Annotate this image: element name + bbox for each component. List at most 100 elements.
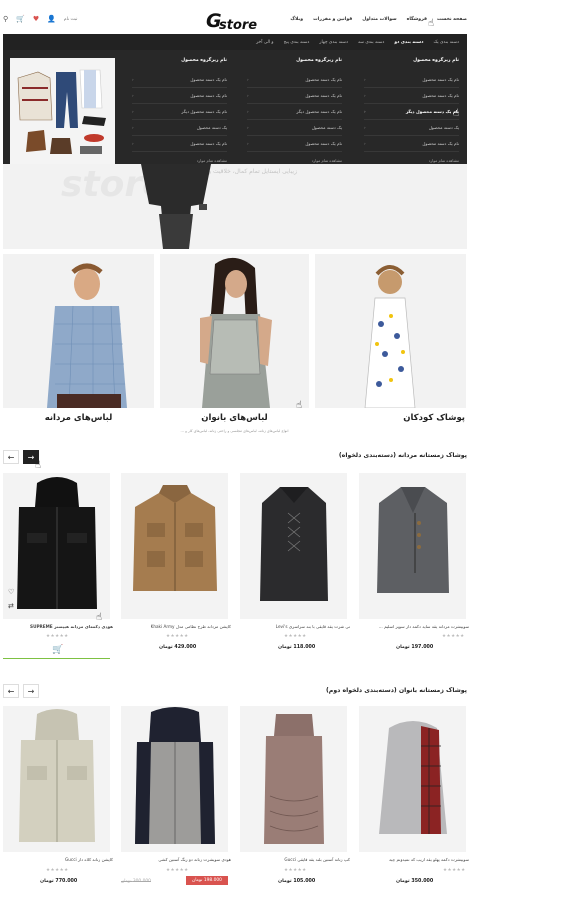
product-price: 105.000 تومان: [278, 879, 316, 884]
category-women-label[interactable]: لباس‌های بانوان: [160, 413, 309, 423]
mega-menu-promo-image[interactable]: [10, 58, 115, 164]
hand-cursor-icon: ☝: [35, 460, 42, 471]
hero-slider: store زیبایی ایستایل تمام کمال، خلاقیت و…: [3, 164, 467, 249]
mega-link[interactable]: نام یک دسته محصول: [247, 136, 342, 152]
product-rating: ★★★★★: [442, 634, 465, 639]
mega-link[interactable]: یک دسته محصول: [247, 120, 342, 136]
mega-tab-6[interactable]: و الی آخر: [256, 40, 274, 45]
mega-column-title: نام زیرگروه محصول: [181, 58, 227, 63]
category-women-image[interactable]: [160, 254, 309, 408]
mega-view-all-link[interactable]: مشاهده تمام موارد: [132, 158, 227, 163]
hero-model-image: [141, 164, 211, 249]
nav-shop[interactable]: فروشگاه: [407, 17, 427, 22]
product-image[interactable]: [121, 706, 228, 852]
category-men-label[interactable]: لباس‌های مردانه: [3, 413, 154, 423]
product-name[interactable]: سوییشرت مردانه یقه ساید دکمه دار سوپر اس…: [359, 624, 469, 629]
old-price: 300.000 تومان: [121, 879, 151, 884]
mega-link[interactable]: نام یک دسته محصول دیگر: [247, 104, 342, 120]
site-logo[interactable]: G store: [206, 10, 266, 33]
product-image[interactable]: [359, 473, 466, 619]
cart-icon[interactable]: 🛒: [16, 15, 25, 23]
mega-link[interactable]: نام یک دسته محصول دیگر: [364, 104, 459, 120]
add-to-cart-icon[interactable]: 🛒: [52, 645, 63, 655]
product-name[interactable]: هودی دکمه‌ای مردانه هیپستر SUPREME: [3, 624, 113, 629]
mega-column-3: نام زیرگروه محصول نام یک دسته محصول نام …: [132, 58, 227, 163]
section-women-title: پوشاک زمستانه بانوان (دسته‌بندی دلخواه د…: [325, 687, 467, 694]
user-icon[interactable]: 👤: [47, 15, 56, 23]
heart-icon[interactable]: ♡: [8, 588, 14, 596]
product-name[interactable]: کاپشن زنانه کلاه دار Gucci: [3, 857, 113, 862]
mega-link[interactable]: نام یک دسته محصول: [132, 88, 227, 104]
mega-column-1: نام زیرگروه محصول نام یک دسته محصول نام …: [364, 58, 459, 163]
carousel-prev-button[interactable]: ←: [3, 684, 19, 698]
category-men-image[interactable]: [3, 254, 154, 408]
mega-column-title: نام زیرگروه محصول: [296, 58, 342, 63]
arrow-left-icon: ←: [7, 452, 15, 462]
mega-view-all-link[interactable]: مشاهده تمام موارد: [364, 158, 459, 163]
product-image[interactable]: [3, 473, 110, 619]
product-name[interactable]: هودی سویشرت زنانه دو رنگ آستین کشی: [121, 857, 231, 862]
product-rating: ★★★★★: [443, 868, 466, 873]
hand-cursor-icon: ☝: [296, 400, 303, 411]
carousel-prev-button[interactable]: ←: [3, 450, 19, 464]
category-women-subtitle: انواع لباس‌های زنانه، لباس‌های مجلسی و ر…: [180, 429, 289, 433]
nav-home[interactable]: صفحه نخست: [437, 17, 467, 22]
compare-icon[interactable]: ⇄: [8, 602, 14, 610]
mega-link[interactable]: یک دسته محصول: [132, 120, 227, 136]
mega-tab-5[interactable]: دسته بندی پنج: [284, 40, 310, 45]
mega-link[interactable]: نام یک دسته محصول: [247, 72, 342, 88]
carousel-next-button[interactable]: →: [23, 684, 39, 698]
mega-link[interactable]: نام یک دسته محصول: [364, 88, 459, 104]
product-image[interactable]: [359, 706, 466, 852]
mega-view-all-link[interactable]: مشاهده تمام موارد: [247, 158, 342, 163]
mega-link[interactable]: یک دسته محصول: [364, 120, 459, 136]
arrow-right-icon: →: [27, 452, 35, 462]
product-image[interactable]: [121, 473, 228, 619]
hover-underline: [3, 658, 110, 659]
product-rating: ★★★★★: [166, 868, 189, 873]
mega-link[interactable]: نام یک دسته محصول: [132, 72, 227, 88]
search-icon[interactable]: ⚲: [3, 15, 8, 23]
site-header: ⚲ 🛒 ♥ 👤 ثبت نام G store صفحه نخست فروشگا…: [0, 0, 565, 34]
nav-terms[interactable]: قوانین و مقررات: [313, 17, 352, 22]
mega-menu: دسته بندی یک دسته بندی دو دسته بندی سه د…: [3, 34, 467, 164]
sale-price-badge: 198.000 تومان: [186, 876, 228, 885]
product-rating: ★★★★★: [46, 868, 69, 873]
mega-link[interactable]: نام یک دسته محصول: [247, 88, 342, 104]
product-price: 770.000 تومان: [40, 879, 78, 884]
login-link[interactable]: ثبت نام: [64, 17, 78, 22]
mega-column-title: نام زیرگروه محصول: [413, 58, 459, 63]
nav-blog[interactable]: وبلاگ: [290, 17, 303, 22]
mega-menu-tabs: دسته بندی یک دسته بندی دو دسته بندی سه د…: [3, 34, 467, 50]
header-icons: ⚲ 🛒 ♥ 👤 ثبت نام: [3, 15, 77, 23]
mega-tab-2[interactable]: دسته بندی دو: [394, 40, 423, 45]
mega-link[interactable]: نام یک دسته محصول دیگر: [132, 104, 227, 120]
hand-cursor-icon: ☝: [96, 612, 103, 623]
nav-faq[interactable]: سوالات متداول: [362, 17, 396, 22]
product-image[interactable]: [3, 706, 110, 852]
mega-link[interactable]: نام یک دسته محصول: [364, 72, 459, 88]
hand-cursor-icon: ☝: [428, 18, 435, 29]
main-nav: صفحه نخست فروشگاه سوالات متداول قوانین و…: [290, 17, 467, 22]
product-image[interactable]: [240, 706, 347, 852]
product-rating: ★★★★★: [284, 634, 307, 639]
product-name[interactable]: سوییشرت دکمه پهلو یقه اریب که نمیدونم چی…: [359, 857, 469, 862]
product-name[interactable]: کپ زنانه آستین بلند یقه قایقی Gucci: [240, 857, 350, 862]
mega-link[interactable]: نام یک دسته محصول: [364, 136, 459, 152]
logo-text: store: [219, 18, 257, 32]
mega-tab-3[interactable]: دسته بندی سه: [358, 40, 384, 45]
product-price: 197.000 تومان: [396, 645, 434, 650]
mega-tab-1[interactable]: دسته بندی یک: [433, 40, 459, 45]
product-rating: ★★★★★: [284, 868, 307, 873]
product-name[interactable]: کاپشن مردانه طرح نظامی مدل Khaki Army: [121, 624, 231, 629]
mega-tab-4[interactable]: دسته بندی چهار: [319, 40, 348, 45]
product-image[interactable]: [240, 473, 347, 619]
category-kids-image[interactable]: [315, 254, 466, 408]
product-name[interactable]: تی شرت یقه قایقی با بند سراسری Levi's: [240, 624, 350, 629]
wishlist-icon[interactable]: ♥: [33, 15, 39, 23]
product-rating: ★★★★★: [46, 634, 69, 639]
product-rating: ★★★★★: [166, 634, 189, 639]
product-price: 350.000 تومان: [396, 879, 434, 884]
category-kids-label[interactable]: پوشاک کودکان: [403, 413, 465, 423]
mega-link[interactable]: نام یک دسته محصول: [132, 136, 227, 152]
